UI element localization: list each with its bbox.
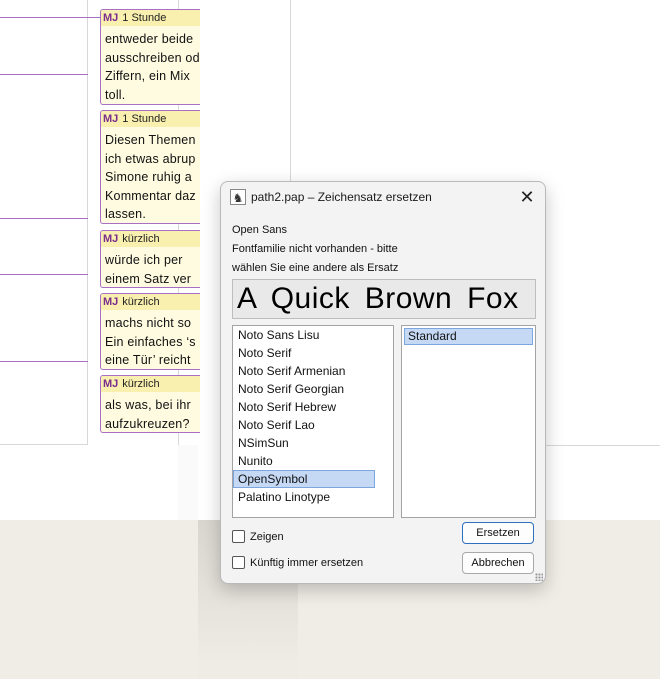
font-list-item[interactable]: NSimSun (233, 434, 393, 452)
comment-header: MJ 1 Stunde (101, 10, 200, 26)
font-preview: A Quick Brown Fox (232, 279, 536, 319)
app-icon: ♞ (230, 189, 246, 205)
comment-line: toll. (105, 87, 126, 102)
always-replace-checkbox[interactable] (232, 556, 245, 569)
message-line: Fontfamilie nicht vorhanden - bitte (232, 243, 398, 255)
missing-font-name: Open Sans (232, 224, 288, 236)
comment-line: als was, bei ihr (105, 398, 191, 412)
comment-author: MJ (103, 378, 119, 390)
dialog-title: path2.pap – Zeichensatz ersetzen (251, 190, 432, 204)
close-button[interactable]: ✕ (515, 186, 539, 208)
always-replace-label: Künftig immer ersetzen (250, 557, 364, 569)
comment-connector (0, 274, 88, 275)
comment-author: MJ (103, 296, 119, 308)
font-list-item[interactable]: Noto Serif Georgian (233, 380, 393, 398)
comment-line: Simone ruhig a (105, 170, 192, 184)
style-list[interactable]: Standard (401, 325, 536, 518)
comment-author: MJ (103, 12, 119, 24)
comment-header: MJ kürzlich (101, 294, 200, 310)
comment-time: 1 Stunde (122, 12, 167, 24)
resize-grip-icon[interactable] (535, 573, 543, 581)
font-replace-dialog: ♞ path2.pap – Zeichensatz ersetzen ✕ Ope… (220, 181, 546, 584)
comment-header: MJ 1 Stunde (101, 111, 200, 127)
comment-header: MJ kürzlich (101, 376, 200, 392)
comment-line: aufzukreuzen? (105, 416, 190, 431)
comment-connector (0, 74, 88, 75)
comment-line: eine Tür’ reicht (105, 353, 191, 367)
document-page (0, 0, 88, 445)
comment-line: ich etwas abrup (105, 151, 196, 166)
comment-connector (0, 361, 88, 362)
comment-line: Kommentar daz (105, 188, 196, 203)
font-list-item[interactable]: Noto Serif Hebrew (233, 398, 393, 416)
comment-time: kürzlich (122, 296, 160, 308)
comment-line: Ziffern, ein Mix (105, 69, 190, 83)
comment[interactable]: MJ 1 Stunde entweder beide ausschreiben o… (100, 9, 200, 105)
font-list-item[interactable]: Noto Sans Lisu (233, 326, 393, 344)
comment-line: ausschreiben od (105, 50, 200, 65)
font-list-item[interactable]: Noto Serif Lao (233, 416, 393, 434)
comment-connector (0, 218, 88, 219)
page-margin (178, 445, 198, 520)
comment-author: MJ (103, 233, 119, 245)
comment[interactable]: MJ kürzlich machs nicht so Ein einfaches … (100, 293, 200, 370)
show-label: Zeigen (250, 531, 284, 543)
comment-line: würde ich per (105, 253, 183, 267)
comment-line: Diesen Themen (105, 133, 196, 147)
comment-author: MJ (103, 113, 119, 125)
comment-text: entweder beide ausschreiben od Ziffern, … (101, 26, 200, 104)
show-checkbox[interactable] (232, 530, 245, 543)
comment-text: Diesen Themen ich etwas abrup Simone ruh… (101, 127, 200, 223)
comment-time: kürzlich (122, 378, 160, 390)
comment-time: kürzlich (122, 233, 160, 245)
comment[interactable]: MJ kürzlich würde ich per einem Satz ver (100, 230, 200, 288)
replace-button[interactable]: Ersetzen (462, 522, 534, 544)
message-line: wählen Sie eine andere als Ersatz (232, 262, 399, 274)
font-list-item[interactable]: Nunito (233, 452, 393, 470)
comment-text: würde ich per einem Satz ver (101, 247, 200, 287)
comment-connector (0, 17, 100, 18)
comment-line: machs nicht so (105, 316, 192, 330)
font-list[interactable]: Noto Sans Lisu Noto Serif Noto Serif Arm… (232, 325, 394, 518)
comment[interactable]: MJ kürzlich als was, bei ihr aufzukreuzen… (100, 375, 200, 433)
comment-line: entweder beide (105, 32, 194, 46)
comment-header: MJ kürzlich (101, 231, 200, 247)
comment[interactable]: MJ 1 Stunde Diesen Themen ich etwas abrup… (100, 110, 200, 224)
comment-text: machs nicht so Ein einfaches ‘s eine Tür… (101, 310, 200, 369)
font-list-item-selected[interactable]: OpenSymbol (233, 470, 375, 488)
comment-line: lassen. (105, 207, 147, 221)
font-list-item[interactable]: Noto Serif Armenian (233, 362, 393, 380)
font-list-item[interactable]: Palatino Linotype (233, 488, 393, 506)
comment-time: 1 Stunde (122, 113, 167, 125)
comment-text: als was, bei ihr aufzukreuzen? (101, 392, 200, 432)
font-list-item[interactable]: Noto Serif (233, 344, 393, 362)
comment-line: einem Satz ver (105, 271, 192, 286)
comment-line: Ein einfaches ‘s (105, 334, 196, 349)
cancel-button[interactable]: Abbrechen (462, 552, 534, 574)
style-list-item-selected[interactable]: Standard (404, 328, 533, 345)
